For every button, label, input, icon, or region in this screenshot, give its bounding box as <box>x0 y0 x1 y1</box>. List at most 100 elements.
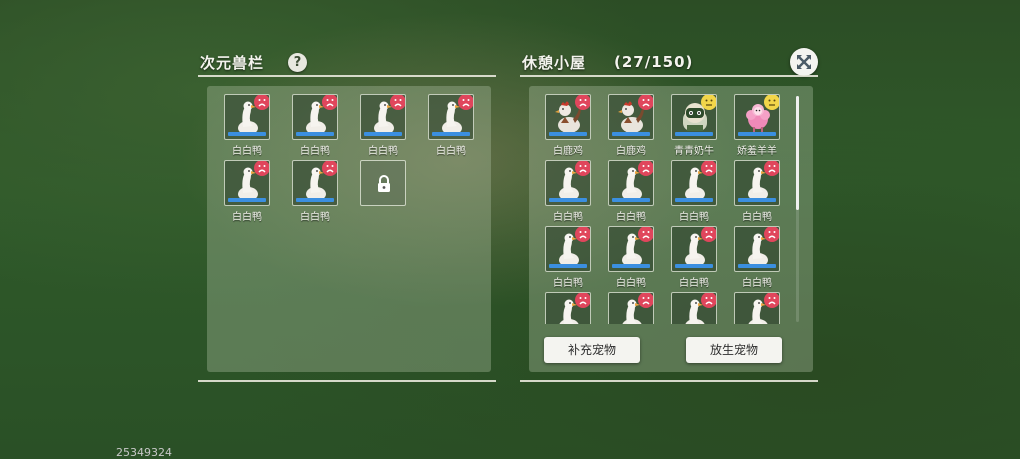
pet-energy-bar <box>549 132 587 136</box>
pet-card[interactable] <box>671 226 717 272</box>
pet-slot[interactable]: 白白鸭 <box>291 160 339 223</box>
pet-card[interactable] <box>224 94 270 140</box>
sad-face-icon <box>575 161 590 176</box>
sad-face-icon <box>254 161 269 176</box>
pet-slot[interactable]: 白白鸭 <box>544 160 592 223</box>
pet-slot[interactable]: 白白鸭 <box>291 94 339 157</box>
pet-card[interactable] <box>545 94 591 140</box>
sad-face-icon <box>764 161 779 176</box>
pet-name: 白鹿鸡 <box>553 146 583 157</box>
lock-icon <box>378 175 390 192</box>
pet-slot[interactable]: 白白鸭 <box>670 292 718 324</box>
pet-slot[interactable]: 白鹿鸡 <box>607 94 655 157</box>
pet-name: 白白鸭 <box>553 212 583 223</box>
pet-slot[interactable]: 青青奶牛 <box>670 94 718 157</box>
pet-slot[interactable]: 娇羞羊羊 <box>733 94 781 157</box>
sad-face-icon <box>638 95 653 110</box>
pet-name: 白白鸭 <box>232 212 262 223</box>
beast-pen-grid: 白白鸭 白白鸭 白白鸭 白白鸭 白白鸭 白白鸭 <box>223 94 475 223</box>
sad-face-icon <box>322 95 337 110</box>
close-icon <box>797 55 811 69</box>
beast-pen-title: 次元兽栏 <box>200 54 265 72</box>
pet-energy-bar <box>612 132 650 136</box>
pet-card[interactable] <box>608 160 654 206</box>
pet-slot[interactable]: 白白鸭 <box>733 292 781 324</box>
pet-slot[interactable]: 白鹿鸡 <box>544 94 592 157</box>
pet-name: 白白鸭 <box>616 278 646 289</box>
sad-face-icon <box>764 227 779 242</box>
scrollbar-thumb[interactable] <box>796 96 799 210</box>
pet-slot[interactable]: 白白鸭 <box>223 160 271 223</box>
pet-slot[interactable]: 白白鸭 <box>607 226 655 289</box>
locked-slot[interactable] <box>359 160 407 222</box>
pet-card[interactable] <box>608 292 654 324</box>
pet-card[interactable] <box>734 292 780 324</box>
pet-card[interactable] <box>428 94 474 140</box>
sad-face-icon <box>390 95 405 110</box>
pet-energy-bar <box>296 198 334 202</box>
pet-energy-bar <box>612 264 650 268</box>
user-id: 25349324 <box>116 446 172 459</box>
pet-energy-bar <box>228 132 266 136</box>
pet-slot[interactable]: 白白鸭 <box>670 160 718 223</box>
neutral-face-icon <box>764 95 779 110</box>
sad-face-icon <box>322 161 337 176</box>
pet-name: 白白鸭 <box>300 146 330 157</box>
pet-card[interactable] <box>545 292 591 324</box>
pet-card[interactable] <box>545 226 591 272</box>
pet-card[interactable] <box>734 94 780 140</box>
sad-face-icon <box>638 161 653 176</box>
pet-slot[interactable]: 白白鸭 <box>427 94 475 157</box>
pet-card[interactable] <box>608 226 654 272</box>
pet-name: 白白鸭 <box>679 278 709 289</box>
right-title-divider <box>520 75 818 77</box>
pet-card[interactable] <box>224 160 270 206</box>
pet-name: 白白鸭 <box>742 212 772 223</box>
pet-energy-bar <box>675 264 713 268</box>
pet-slot[interactable]: 白白鸭 <box>733 160 781 223</box>
replenish-pet-button[interactable]: 补充宠物 <box>544 337 640 363</box>
help-icon[interactable]: ? <box>288 53 307 72</box>
pet-slot[interactable]: 白白鸭 <box>223 94 271 157</box>
pet-energy-bar <box>738 132 776 136</box>
pet-slot[interactable]: 白白鸭 <box>670 226 718 289</box>
pet-name: 白白鸭 <box>679 212 709 223</box>
sad-face-icon <box>764 293 779 308</box>
pet-card[interactable] <box>734 226 780 272</box>
pet-slot[interactable]: 白白鸭 <box>607 160 655 223</box>
pet-energy-bar <box>675 198 713 202</box>
sad-face-icon <box>254 95 269 110</box>
left-bottom-divider <box>198 380 496 382</box>
pet-card[interactable] <box>360 94 406 140</box>
pet-card[interactable] <box>545 160 591 206</box>
locked-card[interactable] <box>360 160 406 206</box>
pet-energy-bar <box>228 198 266 202</box>
sad-face-icon <box>575 227 590 242</box>
release-pet-button[interactable]: 放生宠物 <box>686 337 782 363</box>
pet-card[interactable] <box>292 94 338 140</box>
close-button[interactable] <box>790 48 818 76</box>
pet-name: 白白鸭 <box>300 212 330 223</box>
pet-slot[interactable]: 白白鸭 <box>544 292 592 324</box>
pet-energy-bar <box>549 264 587 268</box>
sad-face-icon <box>575 293 590 308</box>
pet-slot[interactable]: 白白鸭 <box>544 226 592 289</box>
pet-energy-bar <box>296 132 334 136</box>
pet-slot[interactable]: 白白鸭 <box>607 292 655 324</box>
rest-cabin-scroll-area[interactable]: 白鹿鸡白鹿鸡青青奶牛娇羞羊羊白白鸭白白鸭白白鸭白白鸭白白鸭白白鸭白白鸭白白鸭白白… <box>534 90 792 324</box>
pet-name: 白白鸭 <box>232 146 262 157</box>
pet-card[interactable] <box>671 292 717 324</box>
pet-name: 白鹿鸡 <box>616 146 646 157</box>
neutral-face-icon <box>701 95 716 110</box>
pet-card[interactable] <box>608 94 654 140</box>
pet-card[interactable] <box>671 160 717 206</box>
pet-card[interactable] <box>292 160 338 206</box>
sad-face-icon <box>638 293 653 308</box>
rest-cabin-grid: 白鹿鸡白鹿鸡青青奶牛娇羞羊羊白白鸭白白鸭白白鸭白白鸭白白鸭白白鸭白白鸭白白鸭白白… <box>544 94 781 324</box>
pet-energy-bar <box>738 264 776 268</box>
pet-slot[interactable]: 白白鸭 <box>359 94 407 157</box>
pet-card[interactable] <box>671 94 717 140</box>
pet-card[interactable] <box>734 160 780 206</box>
pet-slot[interactable]: 白白鸭 <box>733 226 781 289</box>
pet-name: 白白鸭 <box>553 278 583 289</box>
